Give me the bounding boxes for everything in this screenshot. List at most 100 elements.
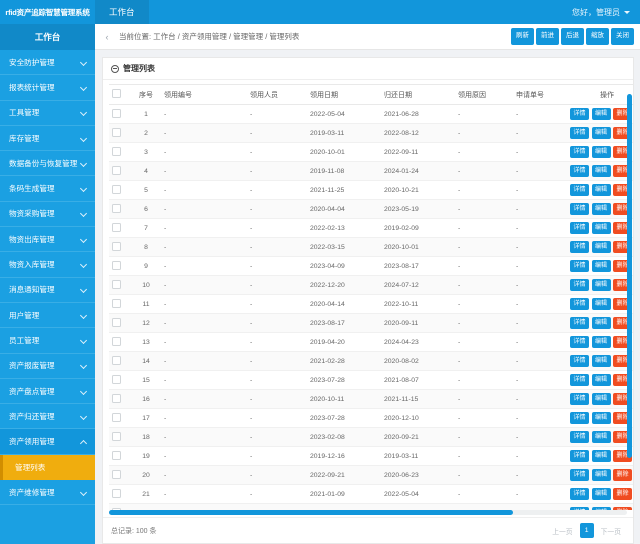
table-row[interactable]: 11- -2020-04-14 2022-10-11- - 详情 编辑 删除 [109, 294, 633, 314]
table-row[interactable]: 10- -2022-12-20 2024-07-12- - 详情 编辑 删除 [109, 275, 633, 295]
edit-button[interactable]: 编辑 [591, 412, 611, 424]
sidebar-item-return[interactable]: 资产归还管理 [0, 404, 95, 430]
detail-button[interactable]: 详情 [570, 146, 590, 158]
detail-button[interactable]: 详情 [570, 336, 590, 348]
horizontal-scrollbar[interactable] [109, 510, 627, 515]
detail-button[interactable]: 详情 [570, 222, 590, 234]
table-row[interactable]: 5- -2021-11-25 2020-10-21- - 详情 编辑 删除 [109, 180, 633, 200]
row-checkbox[interactable] [112, 488, 121, 498]
table-row[interactable]: 3- -2020-10-01 2022-09-11- - 详情 编辑 删除 [109, 142, 633, 162]
table-row[interactable]: 15- -2023-07-28 2021-08-07- - 详情 编辑 删除 [109, 370, 633, 390]
row-checkbox[interactable] [112, 374, 121, 384]
row-checkbox[interactable] [112, 146, 121, 156]
sidebar-item-barcode[interactable]: 条码生成管理 [0, 176, 95, 202]
row-checkbox[interactable] [112, 469, 121, 479]
edit-button[interactable]: 编辑 [591, 469, 611, 481]
edit-button[interactable]: 编辑 [591, 222, 611, 234]
table-row[interactable]: 4- -2019-11-08 2024-01-24- - 详情 编辑 删除 [109, 161, 633, 181]
detail-button[interactable]: 详情 [570, 431, 590, 443]
table-row[interactable]: 18- -2023-02-08 2020-09-21- - 详情 编辑 删除 [109, 427, 633, 447]
vertical-scrollbar-thumb[interactable] [627, 94, 632, 459]
prev-page-button[interactable]: 上一页 [548, 523, 576, 539]
row-checkbox[interactable] [112, 203, 121, 213]
table-row[interactable]: 7- -2022-02-13 2019-02-09- - 详情 编辑 删除 [109, 218, 633, 238]
row-checkbox[interactable] [112, 165, 121, 175]
row-checkbox[interactable] [112, 393, 121, 403]
table-row[interactable]: 1- -2022-05-04 2021-06-28- - 详情 编辑 删除 [109, 104, 633, 124]
table-row[interactable]: 6- -2020-04-04 2023-05-19- - 详情 编辑 删除 [109, 199, 633, 219]
detail-button[interactable]: 详情 [570, 165, 590, 177]
zoom-button[interactable]: 缩放 [586, 28, 609, 45]
back-button[interactable]: 后退 [561, 28, 584, 45]
edit-button[interactable]: 编辑 [591, 241, 611, 253]
detail-button[interactable]: 详情 [570, 355, 590, 367]
vertical-scrollbar[interactable] [627, 94, 632, 508]
detail-button[interactable]: 详情 [570, 469, 590, 481]
sidebar-item-requisition[interactable]: 资产领用管理 [0, 429, 95, 455]
table-row[interactable]: 21- -2021-01-09 2022-05-04- - 详情 编辑 删除 [109, 484, 633, 504]
edit-button[interactable]: 编辑 [591, 184, 611, 196]
table-row[interactable]: 17- -2023-07-28 2020-12-10- - 详情 编辑 删除 [109, 408, 633, 428]
edit-button[interactable]: 编辑 [591, 450, 611, 462]
edit-button[interactable]: 编辑 [591, 165, 611, 177]
edit-button[interactable]: 编辑 [591, 355, 611, 367]
sidebar-item-notification[interactable]: 消息通知管理 [0, 278, 95, 303]
refresh-button[interactable]: 刷新 [511, 28, 534, 45]
edit-button[interactable]: 编辑 [591, 298, 611, 310]
detail-button[interactable]: 详情 [570, 374, 590, 386]
horizontal-scrollbar-thumb[interactable] [109, 510, 514, 515]
table-row[interactable]: 12- -2023-08-17 2020-09-11- - 详情 编辑 删除 [109, 313, 633, 333]
sidebar-item-inbound[interactable]: 物资入库管理 [0, 252, 95, 278]
table-scroll-area[interactable]: 序号 领用编号 领用人员 领用日期 归还日期 领用原因 申请单号 操作 1--2… [103, 84, 633, 510]
row-checkbox[interactable] [112, 317, 121, 327]
detail-button[interactable]: 详情 [570, 450, 590, 462]
edit-button[interactable]: 编辑 [591, 431, 611, 443]
edit-button[interactable]: 编辑 [591, 488, 611, 500]
row-checkbox[interactable] [112, 222, 121, 232]
detail-button[interactable]: 详情 [570, 184, 590, 196]
edit-button[interactable]: 编辑 [591, 279, 611, 291]
detail-button[interactable]: 详情 [570, 108, 590, 120]
row-checkbox[interactable] [112, 127, 121, 137]
sidebar-item-user[interactable]: 用户管理 [0, 303, 95, 329]
edit-button[interactable]: 编辑 [591, 393, 611, 405]
row-checkbox[interactable] [112, 260, 121, 270]
row-checkbox[interactable] [112, 431, 121, 441]
sidebar-item-tool[interactable]: 工具管理 [0, 101, 95, 126]
edit-button[interactable]: 编辑 [591, 203, 611, 215]
sidebar-item-report[interactable]: 报表统计管理 [0, 75, 95, 101]
sidebar-item-stocktake[interactable]: 资产盘点管理 [0, 379, 95, 405]
table-row[interactable]: 16- -2020-10-11 2021-11-15- - 详情 编辑 删除 [109, 389, 633, 409]
select-all-checkbox[interactable] [112, 89, 121, 98]
sidebar-item-inventory[interactable]: 库存管理 [0, 126, 95, 152]
table-row[interactable]: 8- -2022-03-15 2020-10-01- - 详情 编辑 删除 [109, 237, 633, 257]
edit-button[interactable]: 编辑 [591, 260, 611, 272]
detail-button[interactable]: 详情 [570, 203, 590, 215]
detail-button[interactable]: 详情 [570, 127, 590, 139]
sidebar-item-scrap[interactable]: 资产报废管理 [0, 354, 95, 379]
detail-button[interactable]: 详情 [570, 260, 590, 272]
table-row[interactable]: 19- -2019-12-16 2019-03-11- - 详情 编辑 删除 [109, 446, 633, 466]
table-row[interactable]: 14- -2021-02-28 2020-08-02- - 详情 编辑 删除 [109, 351, 633, 371]
sidebar-item-outbound[interactable]: 物资出库管理 [0, 227, 95, 253]
row-checkbox[interactable] [112, 450, 121, 460]
detail-button[interactable]: 详情 [570, 488, 590, 500]
detail-button[interactable]: 详情 [570, 412, 590, 424]
table-row[interactable]: 13- -2019-04-20 2024-04-23- - 详情 编辑 删除 [109, 332, 633, 352]
edit-button[interactable]: 编辑 [591, 108, 611, 120]
sidebar-item-purchase[interactable]: 物资采购管理 [0, 202, 95, 228]
row-checkbox[interactable] [112, 336, 121, 346]
row-checkbox[interactable] [112, 241, 121, 251]
detail-button[interactable]: 详情 [570, 393, 590, 405]
edit-button[interactable]: 编辑 [591, 374, 611, 386]
next-page-button[interactable]: 下一页 [597, 523, 625, 539]
sidebar-subitem-manage-list[interactable]: 管理列表 [0, 454, 95, 481]
sidebar-item-backup[interactable]: 数据备份与恢复管理 [0, 151, 95, 177]
edit-button[interactable]: 编辑 [591, 146, 611, 158]
user-menu[interactable]: 您好，管理员 [572, 0, 640, 24]
tab-workbench[interactable]: 工作台 [95, 0, 149, 24]
edit-button[interactable]: 编辑 [591, 127, 611, 139]
row-checkbox[interactable] [112, 108, 121, 118]
sidebar-item-employee[interactable]: 员工管理 [0, 328, 95, 354]
forward-button[interactable]: 前进 [536, 28, 559, 45]
